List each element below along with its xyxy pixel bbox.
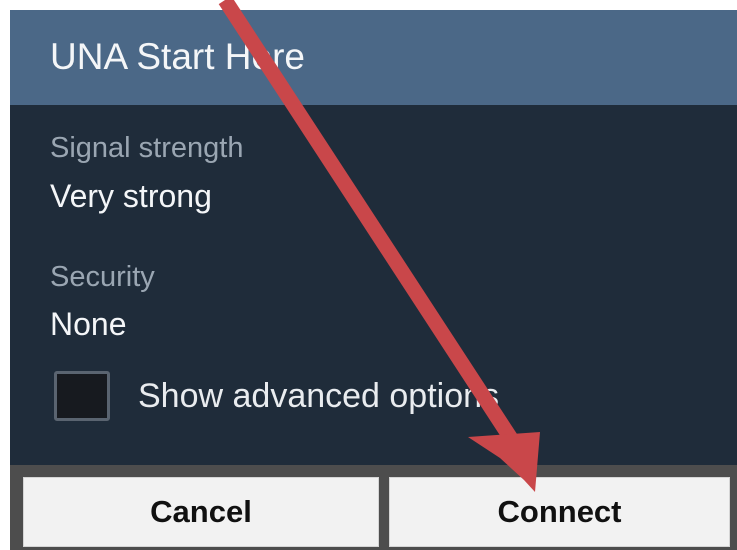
wifi-connect-dialog: UNA Start Here Signal strength Very stro… [10, 10, 737, 550]
security-value: None [50, 306, 127, 342]
show-advanced-options-row[interactable]: Show advanced options [54, 368, 499, 424]
dialog-title: UNA Start Here [50, 36, 305, 77]
dialog-button-bar: Cancel Connect [10, 465, 737, 550]
screenshot-frame: UNA Start Here Signal strength Very stro… [0, 0, 737, 550]
show-advanced-options-label[interactable]: Show advanced options [138, 377, 499, 416]
cancel-button[interactable]: Cancel [23, 477, 379, 547]
show-advanced-options-checkbox[interactable] [54, 371, 110, 421]
security-label: Security [50, 261, 155, 293]
dialog-header: UNA Start Here [10, 10, 737, 105]
signal-strength-label: Signal strength [50, 132, 244, 164]
connect-button[interactable]: Connect [389, 477, 730, 547]
signal-strength-value: Very strong [50, 178, 212, 214]
